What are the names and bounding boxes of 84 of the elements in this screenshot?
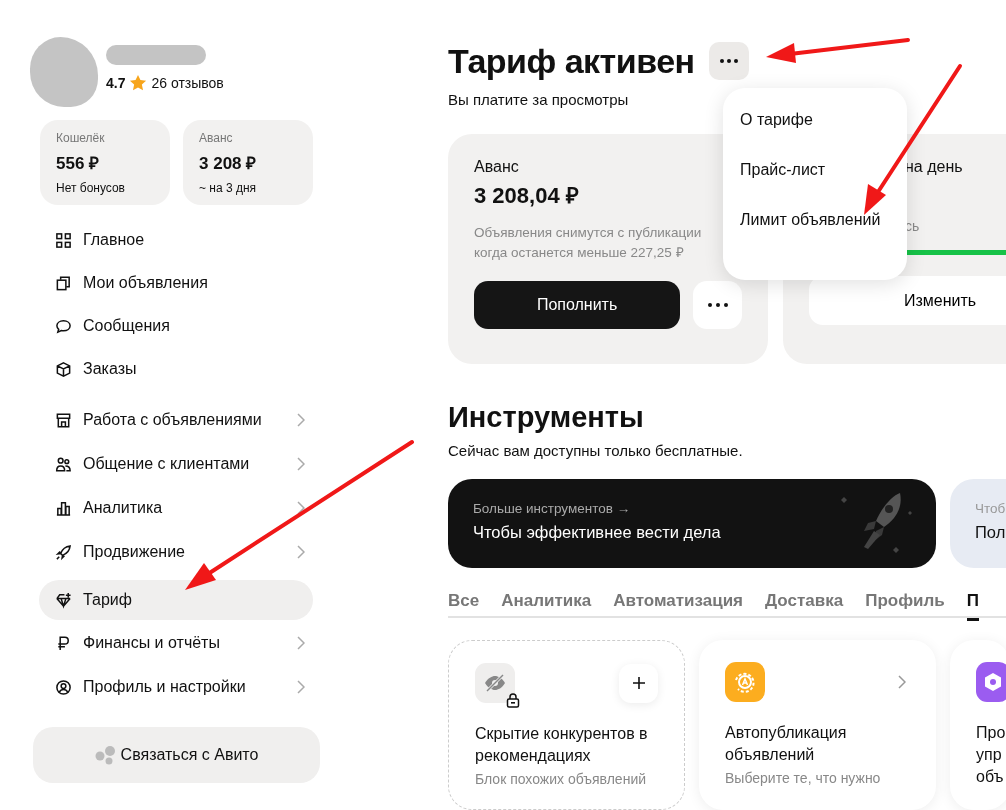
chevron-right-icon [297, 545, 305, 559]
filter-tab[interactable]: Доставка [765, 591, 844, 618]
banner-text: Чтобы эффективнее вести дела [473, 523, 722, 542]
reviews-link[interactable]: 26 отзывов [151, 75, 224, 91]
promo-banner[interactable]: Чтоб Пол [950, 479, 1006, 568]
section-title: Инструменты [448, 401, 645, 434]
chart-icon [55, 499, 72, 517]
nav-item[interactable]: Сообщения [39, 306, 313, 346]
nav-item[interactable]: Тариф [39, 580, 313, 620]
card-description: Объявления снимутся с публикации когда останется меньше 227,25 ₽ [474, 224, 703, 262]
nav-item[interactable]: Работа с объявлениями [39, 400, 313, 440]
balance-note: ~ на 3 дня [199, 181, 258, 195]
tool-description: Выберите те, что нужно [725, 770, 882, 786]
balance-card[interactable]: Кошелёк 556 ₽ Нет бонусов [40, 120, 170, 205]
tool-title: Автопубликация объявлений [725, 723, 848, 765]
filter-tab[interactable]: Все [448, 591, 480, 618]
hidden-eye-icon [475, 663, 515, 703]
nav-item[interactable]: Общение с клиентами [39, 444, 313, 484]
rocket-icon [55, 543, 72, 561]
balance-label: Аванс [199, 131, 234, 145]
card-label: Аванс [474, 158, 520, 176]
promo-banner[interactable]: Больше инструментов → Чтобы эффективнее вести дела [448, 479, 936, 568]
chevron-right-icon [297, 501, 305, 515]
banner-text: Пол [975, 523, 1006, 542]
rating-value: 4.7 [106, 75, 126, 91]
copy-icon [55, 274, 72, 292]
box-icon [55, 360, 72, 378]
banner-caption: Чтоб [975, 501, 1006, 516]
tool-card[interactable]: Про упр объ [950, 640, 1006, 810]
ruble-icon [55, 634, 72, 652]
page-subtitle: Вы платите за просмотры [448, 91, 630, 108]
add-button[interactable] [619, 663, 658, 703]
chevron-right-icon [898, 675, 906, 689]
nav-item[interactable]: Аналитика [39, 488, 313, 528]
grid-icon [55, 231, 72, 249]
tool-card[interactable]: Скрытие конкурентов в рекомендациях Блок похожих объявлений [448, 640, 685, 810]
nav-item[interactable]: Заказы [39, 349, 313, 389]
balance-label: Кошелёк [56, 131, 106, 145]
filter-tab[interactable]: Автоматизация [613, 591, 744, 618]
chevron-right-icon [297, 413, 305, 427]
nav-item[interactable]: Мои объявления [39, 263, 313, 303]
more-icon [719, 59, 738, 63]
user-icon [55, 678, 72, 696]
bubbles-icon [94, 745, 117, 765]
page-title: Тариф активен [448, 41, 695, 81]
filter-tab[interactable]: П [966, 591, 979, 621]
lock-icon [506, 693, 520, 708]
chevron-right-icon [297, 680, 305, 694]
auto-publish-icon [725, 662, 765, 702]
menu-item[interactable]: Прайс-лист [740, 160, 907, 210]
nav-item[interactable]: Главное [39, 220, 313, 260]
tool-card[interactable]: Автопубликация объявлений Выберите те, что нужно [699, 640, 936, 810]
diamond-icon [55, 591, 72, 609]
balance-amount: 556 ₽ [56, 153, 101, 174]
store-icon [55, 411, 72, 429]
top-up-button[interactable]: Пополнить [474, 281, 681, 329]
balance-card[interactable]: Аванс 3 208 ₽ ~ на 3 дня [183, 120, 313, 205]
balance-amount: 3 208 ₽ [199, 153, 258, 174]
card-amount: 3 208,04 ₽ [474, 182, 580, 209]
nav-item[interactable]: Финансы и отчёты [39, 623, 313, 663]
more-button[interactable] [708, 42, 749, 80]
chevron-right-icon [297, 636, 305, 650]
avatar-placeholder [30, 37, 98, 107]
filter-tab[interactable]: Аналитика [501, 591, 592, 618]
star-icon [129, 74, 148, 92]
filter-tab[interactable]: Профиль [865, 591, 945, 618]
section-subtitle: Сейчас вам доступны только бесплатные. [448, 442, 744, 459]
tool-description: Блок похожих объявлений [475, 771, 648, 787]
chat-icon [55, 317, 72, 335]
hexagon-icon [976, 662, 1006, 702]
banner-caption: Больше инструментов → [473, 501, 632, 516]
nav-item[interactable]: Профиль и настройки [39, 667, 313, 707]
more-icon [707, 303, 728, 307]
balance-note: Нет бонусов [56, 181, 126, 195]
menu-item[interactable]: О тарифе [740, 110, 907, 160]
change-button[interactable]: Изменить [809, 276, 1006, 325]
people-icon [55, 455, 72, 473]
plus-icon [631, 676, 646, 690]
tool-title: Скрытие конкурентов в рекомендациях [475, 724, 649, 766]
tool-title: Про упр объ [976, 723, 1006, 787]
contact-button[interactable]: Связаться с Авито [33, 727, 320, 783]
nav-item[interactable]: Продвижение [39, 532, 313, 572]
chevron-right-icon [297, 457, 305, 471]
menu-item[interactable]: Лимит объявлений [740, 210, 907, 260]
